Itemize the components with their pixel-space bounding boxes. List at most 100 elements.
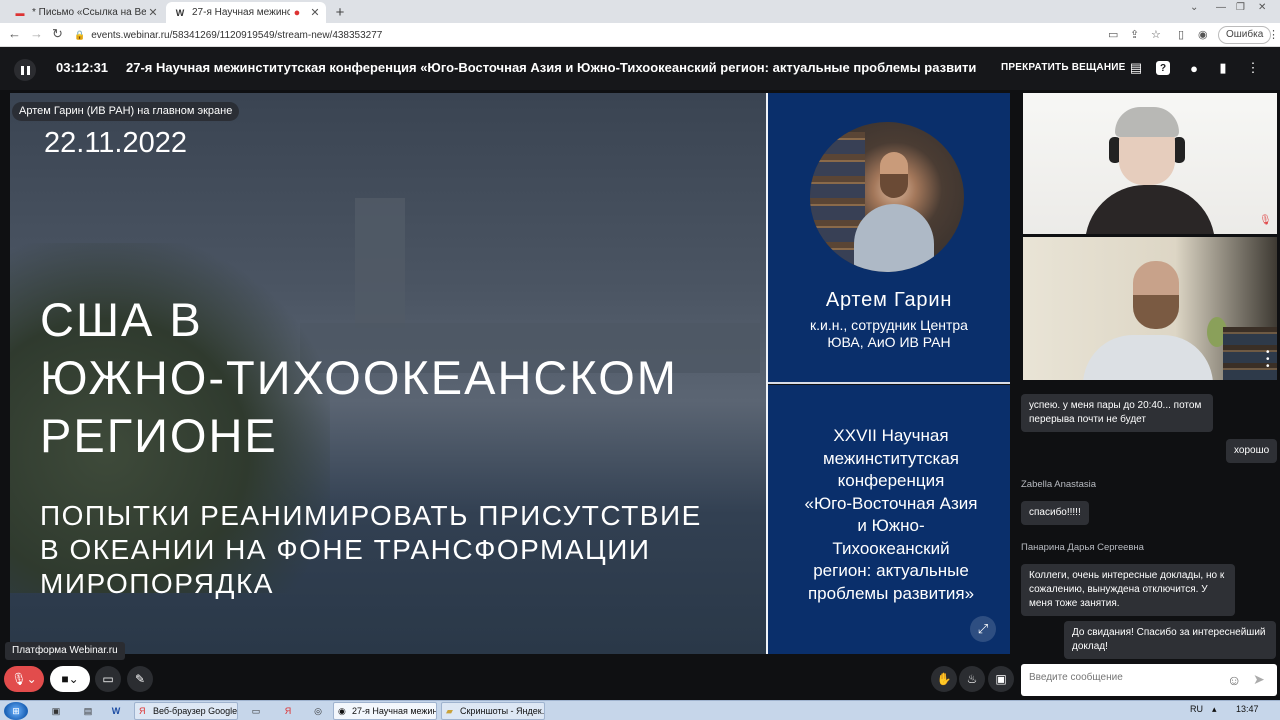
- browser-tab-strip: ▬ * Письмо «Ссылка на Вебинар» ✕ W 27-я …: [0, 0, 1280, 23]
- share-icon[interactable]: ⇪: [1130, 28, 1139, 41]
- conference-line: межинститутская: [822, 448, 960, 468]
- draw-tool-button[interactable]: ✎: [127, 666, 153, 692]
- reload-icon[interactable]: ↻: [52, 26, 63, 42]
- conference-line: регион: актуальные: [813, 561, 969, 580]
- forward-icon[interactable]: →: [30, 26, 43, 41]
- pause-button[interactable]: [14, 59, 36, 81]
- slide-date: 22.11.2022: [44, 127, 187, 159]
- conference-line: «Юго-Восточная Азия: [804, 493, 978, 513]
- menu-dots-icon[interactable]: ⋮: [1268, 28, 1279, 41]
- mic-muted-icon: 🎙: [1259, 215, 1272, 226]
- quicklaunch-icon[interactable]: ▣: [48, 703, 64, 719]
- conference-line: и Южно-: [857, 516, 925, 535]
- slide-subtitle-line: ПОПЫТКИ РЕАНИМИРОВАТЬ ПРИСУТСТВИЕ: [40, 500, 702, 531]
- speaker-name: Артем Гарин: [825, 289, 953, 311]
- microphone-toggle[interactable]: 🎙⌄: [4, 666, 44, 692]
- mail-icon: ▬: [15, 7, 25, 18]
- conference-line: Тихоокеанский: [832, 538, 950, 558]
- chrome-icon: ◉: [338, 706, 346, 716]
- chat-message-own: хорошо: [1226, 439, 1278, 463]
- mic-off-icon: 🎙⌄: [11, 672, 37, 686]
- minimize-icon[interactable]: —: [1216, 2, 1226, 13]
- url-field[interactable]: 🔒 events.webinar.ru/58341269/1120919549/…: [74, 25, 1104, 45]
- address-bar: ← → ↻ 🔒 events.webinar.ru/58341269/11209…: [0, 23, 1280, 47]
- taskbar-item[interactable]: Я Веб-браузер Google...: [134, 702, 238, 720]
- raise-hand-button[interactable]: ✋: [931, 666, 957, 692]
- send-icon[interactable]: ➤: [1253, 671, 1265, 688]
- slide-title-line: США В: [40, 293, 203, 346]
- sidebar-icon[interactable]: ▯: [1178, 28, 1184, 41]
- more-options-icon[interactable]: ⋮: [1244, 59, 1262, 77]
- tab-webinar[interactable]: W 27-я Научная межинститу... ● ✕: [166, 2, 326, 23]
- quicklaunch-icon[interactable]: Я: [280, 703, 296, 719]
- chat-author: Панарина Дарья Сергеевна: [1021, 542, 1144, 553]
- folder-icon: ▰: [446, 706, 453, 716]
- stop-broadcast-button[interactable]: ПРЕКРАТИТЬ ВЕЩАНИЕ: [1001, 62, 1126, 73]
- bookmark-star-icon[interactable]: ☆: [1151, 28, 1161, 41]
- video-options-icon[interactable]: • • •: [1266, 348, 1270, 372]
- conference-line: XXVII Научная: [833, 426, 949, 445]
- url-text: events.webinar.ru/58341269/1120919549/st…: [91, 29, 383, 41]
- cast-icon[interactable]: ▭: [1108, 28, 1118, 41]
- chat-author: Zabella Anastasia: [1021, 479, 1096, 490]
- tab-title: * Письмо «Ссылка на Вебинар»: [32, 7, 146, 18]
- help-icon[interactable]: ?: [1156, 61, 1170, 75]
- participants-icon[interactable]: ●: [1185, 59, 1203, 77]
- fire-icon: ♨: [966, 672, 978, 686]
- word-icon[interactable]: W: [108, 703, 124, 719]
- close-tab-icon[interactable]: ✕: [146, 6, 160, 19]
- stream-timer: 03:12:31: [56, 60, 109, 75]
- chat-input[interactable]: [1029, 672, 1219, 683]
- reaction-button[interactable]: ♨: [959, 666, 985, 692]
- tab-title: 27-я Научная межинститу...: [192, 7, 290, 18]
- taskbar-item[interactable]: ▰ Скриншоты - Яндек...: [441, 702, 545, 720]
- panel-divider: [768, 382, 1010, 384]
- emoji-icon[interactable]: ☺: [1227, 672, 1241, 688]
- layout-button[interactable]: ▣: [988, 666, 1014, 692]
- tab-mail[interactable]: ▬ * Письмо «Ссылка на Вебинар» ✕: [6, 2, 164, 23]
- speaker-role-line: ЮВА, АиО ИВ РАН: [827, 334, 951, 350]
- screen-share-button[interactable]: ▭: [95, 666, 121, 692]
- fullscreen-icon[interactable]: ⤢: [970, 616, 996, 642]
- presentation-slide: Артем Гарин (ИВ РАН) на главном экране 2…: [10, 93, 1010, 654]
- tray-icon[interactable]: ▴: [1212, 704, 1217, 715]
- quicklaunch-icon[interactable]: ▤: [80, 703, 96, 719]
- chat-message: успею. у меня пары до 20:40... потом пер…: [1021, 394, 1213, 432]
- bottom-controls: Платформа Webinar.ru 🎙⌄ ■⌄ ▭ ✎ ✋ ♨ ▣: [0, 642, 1020, 700]
- close-tab-icon[interactable]: ✕: [308, 6, 322, 19]
- yandex-icon: Я: [139, 706, 146, 716]
- new-tab-button[interactable]: +: [331, 3, 349, 21]
- tab-search-icon[interactable]: ⌄: [1190, 2, 1198, 13]
- participant-video-1[interactable]: 🎙: [1023, 93, 1277, 234]
- document-icon[interactable]: ▮: [1214, 59, 1232, 77]
- quicklaunch-icon[interactable]: ◎: [310, 703, 326, 719]
- slide-title-line: ЮЖНО-ТИХООКЕАНСКОМ: [40, 351, 678, 404]
- participant-video-2[interactable]: • • •: [1023, 237, 1277, 380]
- chat-icon[interactable]: ▤: [1127, 59, 1145, 77]
- draw-tool-icon: ✎: [134, 672, 146, 686]
- language-indicator[interactable]: RU: [1190, 704, 1203, 714]
- layout-icon: ▣: [995, 672, 1007, 686]
- event-title: 27-я Научная межинститутская конференция…: [126, 60, 976, 75]
- start-button[interactable]: ⊞: [4, 702, 28, 720]
- profile-icon[interactable]: ◉: [1198, 28, 1208, 41]
- conference-line: проблемы развития»: [807, 583, 975, 603]
- slide-subtitle-line: МИРОПОРЯДКА: [40, 568, 274, 599]
- error-button[interactable]: Ошибка: [1218, 26, 1272, 44]
- lock-icon: 🔒: [74, 29, 86, 40]
- speaker-role-line: к.и.н., сотрудник Центра: [810, 317, 968, 333]
- slide-title: США В ЮЖНО-ТИХООКЕАНСКОМ РЕГИОНЕ: [40, 291, 678, 465]
- main-screen-label: Артем Гарин (ИВ РАН) на главном экране: [12, 102, 240, 121]
- chat-panel: успею. у меня пары до 20:40... потом пер…: [1013, 384, 1280, 660]
- camera-toggle[interactable]: ■⌄: [50, 666, 90, 692]
- clock[interactable]: 13:47: [1236, 704, 1259, 714]
- screen-share-icon: ▭: [102, 672, 114, 686]
- slide-subtitle: ПОПЫТКИ РЕАНИМИРОВАТЬ ПРИСУТСТВИЕ В ОКЕА…: [40, 499, 702, 601]
- conference-title: XXVII Научная межинститутская конференци…: [780, 425, 1002, 605]
- restore-icon[interactable]: ❐: [1236, 2, 1245, 13]
- close-window-icon[interactable]: ✕: [1258, 2, 1266, 13]
- taskbar-item[interactable]: ◉ 27-я Научная межин...: [333, 702, 437, 720]
- back-icon[interactable]: ←: [8, 26, 21, 41]
- quicklaunch-icon[interactable]: ▭: [248, 703, 264, 719]
- slide-subtitle-line: В ОКЕАНИИ НА ФОНЕ ТРАНСФОРМАЦИИ: [40, 534, 651, 565]
